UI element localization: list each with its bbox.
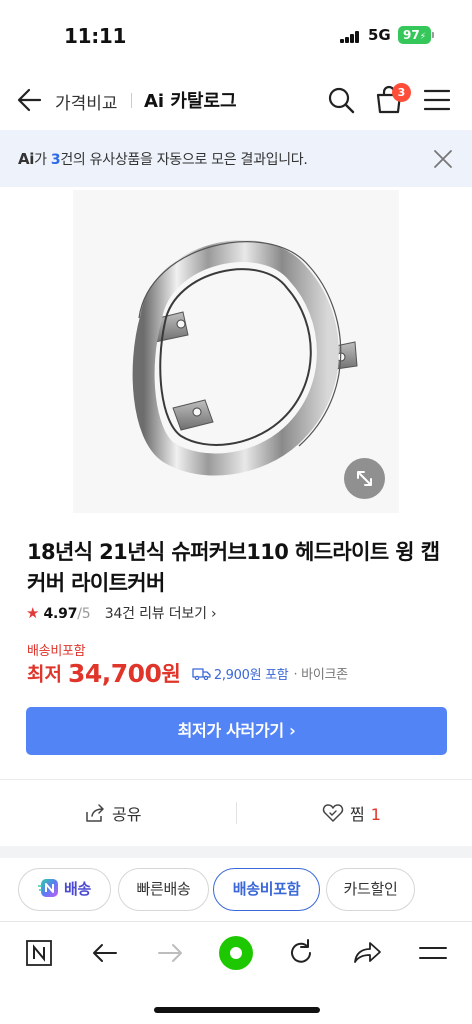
header-title: Ai 카탈로그: [144, 91, 237, 112]
expand-icon: [357, 471, 372, 486]
ai-logo: Ai: [18, 150, 35, 168]
share-icon: [86, 804, 104, 822]
naver-n-icon[interactable]: [22, 936, 56, 970]
reload-icon[interactable]: [284, 936, 318, 970]
action-row: 공유 찜1: [0, 780, 472, 846]
status-bar: 11:11 5G 97⚡: [0, 0, 472, 70]
star-icon: ★: [26, 604, 40, 622]
share-arrow-icon[interactable]: [350, 936, 384, 970]
header-divider: [131, 93, 132, 108]
arrow-left-icon[interactable]: [88, 936, 122, 970]
shipping-fee: 2,900원 포함: [213, 667, 289, 683]
chip-fast-delivery[interactable]: 빠른배송: [118, 868, 209, 911]
truck-icon: [192, 667, 211, 680]
chip-card-discount[interactable]: 카드할인: [326, 868, 415, 911]
chip-npay-label: 배송: [63, 880, 91, 898]
battery-icon: 97⚡: [398, 26, 434, 44]
heart-icon: [322, 804, 344, 822]
ai-banner: Ai가 3건의 유사상품을 자동으로 모은 결과입니다.: [0, 130, 472, 187]
action-divider: [236, 802, 237, 824]
ai-text-after: 건의 유사상품을 자동으로 모은 결과입니다.: [60, 152, 308, 168]
buy-lowest-price-button[interactable]: 최저가 사러가기 ›: [26, 707, 447, 755]
cart-count-badge: 3: [392, 83, 411, 102]
share-label: 공유: [112, 805, 142, 824]
menu-icon[interactable]: [416, 936, 450, 970]
naver-n-icon: [37, 879, 58, 897]
close-icon[interactable]: [432, 148, 454, 170]
price-prefix: 최저: [27, 663, 62, 686]
share-button[interactable]: 공유: [84, 801, 141, 825]
section-divider: [0, 846, 472, 858]
green-dot-icon[interactable]: [217, 934, 255, 972]
search-icon[interactable]: [327, 86, 355, 114]
ai-text-before: 가: [34, 152, 51, 168]
chip-npay-delivery[interactable]: 배송: [18, 868, 111, 911]
like-count: 1: [370, 805, 381, 824]
rating-row: ★ 4.97/5 34건 리뷰 더보기 ›: [26, 603, 217, 623]
review-link[interactable]: 34건 리뷰 더보기 ›: [105, 606, 217, 622]
like-button[interactable]: 찜1: [322, 801, 381, 825]
browser-bottom-nav: [0, 922, 472, 992]
home-indicator: [154, 1007, 320, 1013]
zoom-button[interactable]: [344, 458, 385, 499]
ai-banner-text: Ai가 3건의 유사상품을 자동으로 모은 결과입니다.: [18, 149, 308, 169]
rating-score: 4.97: [43, 606, 78, 622]
ai-count: 3: [50, 152, 61, 168]
status-time: 11:11: [64, 24, 127, 48]
like-label: 찜: [350, 805, 365, 824]
arrow-right-icon[interactable]: [153, 936, 187, 970]
battery-level: 97: [402, 28, 420, 42]
price-row: 최저 34,700원 2,900원 포함 · 바이크존: [27, 658, 348, 688]
rating-max: /5: [77, 606, 91, 622]
chip-free-shipping[interactable]: 배송비포함: [213, 868, 320, 911]
shipping-included-label: 배송비포함: [27, 644, 86, 659]
signal-icon: [340, 30, 360, 43]
price-unit: 원: [161, 662, 181, 686]
header-price-compare[interactable]: 가격비교: [55, 89, 118, 114]
filter-chip-row: 배송 빠른배송 배송비포함 카드할인: [0, 858, 472, 922]
price-value: 34,700: [67, 658, 162, 688]
arrow-left-icon[interactable]: [16, 86, 42, 114]
seller-name[interactable]: · 바이크존: [294, 668, 349, 683]
network-label: 5G: [368, 26, 391, 44]
product-title: 18년식 21년식 슈퍼커브110 헤드라이트 윙 캡 커버 라이트커버: [27, 540, 440, 595]
hamburger-icon[interactable]: [424, 88, 450, 112]
